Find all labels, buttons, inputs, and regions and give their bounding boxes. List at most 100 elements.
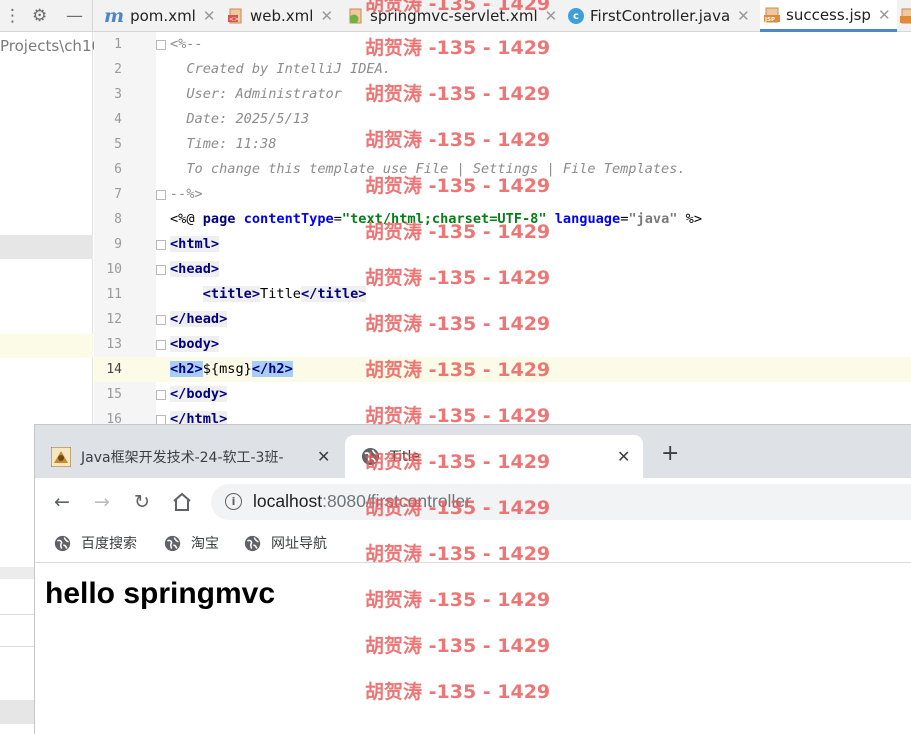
directive-close: %> <box>677 211 703 227</box>
line-number: 10 <box>106 262 122 277</box>
bookmark-label: 网址导航 <box>271 536 327 552</box>
close-icon[interactable]: ✕ <box>878 6 891 24</box>
title-text: Title <box>260 286 301 302</box>
tab-success-jsp[interactable]: JSP success.jsp ✕ <box>760 0 897 32</box>
h2-open-tag: <h2> <box>170 361 203 377</box>
bookmark-nav[interactable]: 网址导航 <box>244 533 327 553</box>
tab-label: web.xml <box>250 7 314 25</box>
directive-page: page <box>202 211 236 227</box>
code-line-9: <html> <box>170 232 220 257</box>
info-icon[interactable]: i <box>225 493 242 510</box>
code-line-7: --%> <box>170 186 203 202</box>
el-expression: ${msg} <box>202 361 252 377</box>
home-icon[interactable] <box>170 490 194 514</box>
line-number-current: 14 <box>106 362 122 377</box>
browser-tab-title: Title <box>390 448 421 465</box>
close-icon[interactable]: ✕ <box>737 7 750 25</box>
bookmark-baidu[interactable]: 百度搜索 <box>54 533 137 553</box>
reload-icon[interactable]: ↻ <box>130 490 154 514</box>
bookmarks-bar: 百度搜索 淘宝 网址导航 <box>35 526 911 563</box>
tab-label: FirstController.java <box>590 7 731 25</box>
html-open-tag: <html> <box>170 236 220 252</box>
more-vertical-icon[interactable]: ⋮ <box>4 6 21 26</box>
attr-value-contenttype: "text/html;charset=UTF-8" <box>341 211 547 227</box>
line-number: 3 <box>114 87 122 102</box>
browser-toolbar: ← → ↻ i localhost:8080/firstcontroller <box>35 478 911 526</box>
attr-value-language: "java" <box>628 211 678 227</box>
browser-tab-title: Java框架开发技术-24-软工-3班- <box>81 449 284 466</box>
site-favicon <box>51 446 71 467</box>
java-class-icon: c <box>568 8 584 24</box>
code-line-6: To change this template use File | Setti… <box>170 161 686 177</box>
code-line-13: <body> <box>170 332 220 357</box>
code-line-10: <head> <box>170 257 220 282</box>
address-bar[interactable]: i localhost:8080/firstcontroller <box>211 484 911 520</box>
code-line-12: </head> <box>170 307 228 332</box>
new-tab-button[interactable]: + <box>661 443 679 465</box>
fold-marker-icon[interactable] <box>156 340 166 350</box>
bookmark-taobao[interactable]: 淘宝 <box>164 533 219 553</box>
url-path: :8080/firstcontroller <box>322 491 471 511</box>
browser-tab-title-page[interactable]: Title <box>345 435 643 478</box>
line-number: 5 <box>114 137 122 152</box>
title-close-tag: </title> <box>300 286 367 302</box>
tab-firstcontroller-java[interactable]: c FirstController.java ✕ <box>568 0 750 32</box>
tab-label: springmvc-servlet.xml <box>370 7 538 25</box>
gear-icon[interactable]: ⚙ <box>32 6 47 26</box>
bookmark-label: 百度搜索 <box>81 536 137 552</box>
back-arrow-icon[interactable]: ← <box>50 490 74 514</box>
code-line-15: </body> <box>170 382 228 407</box>
ide-top-bar: ⋮ ⚙ — m pom.xml ✕ <> web.xml ✕ springmvc… <box>0 0 911 32</box>
close-tab-icon[interactable]: ✕ <box>617 447 630 466</box>
globe-icon <box>361 447 380 466</box>
project-highlight-row[interactable] <box>0 334 93 358</box>
fold-marker-icon[interactable] <box>156 390 166 400</box>
h2-close-tag: </h2> <box>251 361 293 377</box>
project-toolbar: ⋮ ⚙ — <box>0 0 93 32</box>
jsp-file-icon: JSP <box>764 7 780 23</box>
line-number: 8 <box>114 212 122 227</box>
body-close-tag: </body> <box>170 386 228 402</box>
globe-icon <box>244 535 261 551</box>
close-icon[interactable]: ✕ <box>320 7 333 25</box>
fold-marker-icon[interactable] <box>156 190 166 200</box>
line-number: 11 <box>106 287 122 302</box>
tab-pom-xml[interactable]: m pom.xml ✕ <box>104 0 215 32</box>
line-number: 6 <box>114 162 122 177</box>
fold-marker-icon[interactable] <box>156 240 166 250</box>
globe-icon <box>54 535 71 551</box>
equals: = <box>333 211 342 227</box>
body-open-tag: <body> <box>170 336 220 352</box>
line-number: 13 <box>106 337 122 352</box>
fold-marker-icon[interactable] <box>156 40 166 50</box>
browser-tab-course[interactable]: Java框架开发技术-24-软工-3班- <box>51 435 341 478</box>
line-number: 9 <box>114 237 122 252</box>
fold-marker-icon[interactable] <box>156 265 166 275</box>
code-line-14: <h2>${msg}</h2> <box>170 357 293 382</box>
minimize-icon[interactable]: — <box>66 6 83 26</box>
attr-language: language <box>554 211 621 227</box>
line-number: 12 <box>106 312 122 327</box>
directive-open: <%@ <box>170 211 203 227</box>
project-selected-row[interactable] <box>0 235 93 259</box>
tab-label: pom.xml <box>130 7 196 25</box>
page-content: hello springmvc <box>35 564 911 734</box>
code-line-4: Date: 2025/5/13 <box>170 111 310 127</box>
close-icon[interactable]: ✕ <box>203 7 216 25</box>
url-text[interactable]: localhost:8080/firstcontroller <box>253 491 471 512</box>
code-line-2: Created by IntelliJ IDEA. <box>170 61 391 77</box>
close-icon[interactable]: ✕ <box>545 7 558 25</box>
fold-marker-icon[interactable] <box>156 315 166 325</box>
code-line-1: <%-- <box>170 36 203 52</box>
tab-web-xml[interactable]: <> web.xml ✕ <box>228 0 333 32</box>
jsp-file-icon <box>900 8 911 24</box>
xml-file-icon: <> <box>228 8 242 24</box>
close-tab-icon[interactable]: ✕ <box>317 447 330 466</box>
forward-arrow-icon[interactable]: → <box>90 490 114 514</box>
head-open-tag: <head> <box>170 261 220 277</box>
line-number: 7 <box>114 187 122 202</box>
tab-springmvc-servlet-xml[interactable]: springmvc-servlet.xml ✕ <box>348 0 557 32</box>
line-number: 4 <box>114 112 122 127</box>
project-path[interactable]: Projects\ch10 <box>0 37 101 55</box>
line-number: 15 <box>106 387 122 402</box>
